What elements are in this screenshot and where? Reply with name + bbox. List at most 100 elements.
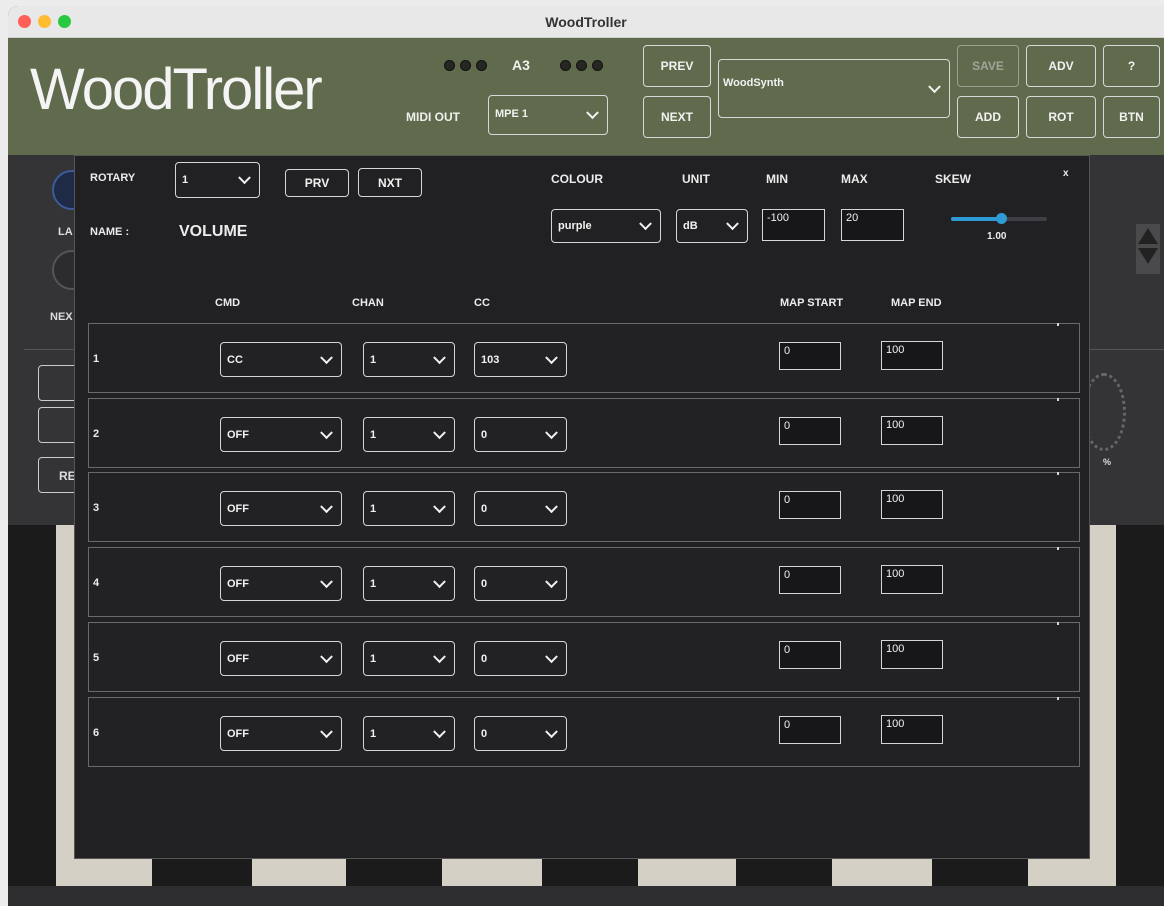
map-start-input[interactable]: 0 [779,417,841,445]
chevron-down-icon [320,425,333,439]
close-dialog-button[interactable]: x [1063,168,1069,179]
chevron-down-icon [545,350,558,364]
cmd-select[interactable]: OFF [220,417,342,452]
map-end-input[interactable]: 100 [881,640,943,669]
row-number: 6 [93,727,100,739]
keyboard-edge [1116,525,1164,887]
cc-select[interactable]: 0 [474,566,567,601]
rotary-mode-button[interactable]: ROT [1026,96,1096,138]
chevron-down-icon [433,425,446,439]
chevron-down-icon [545,574,558,588]
channel-select[interactable]: 1 [363,491,455,526]
cmd-select[interactable]: OFF [220,641,342,676]
cmd-select[interactable]: OFF [220,566,342,601]
colour-select[interactable]: purple [551,209,661,243]
button-mode-button[interactable]: BTN [1103,96,1160,138]
column-header-map-end: MAP END [891,297,942,309]
previous-rotary-button[interactable]: PRV [285,169,349,197]
channel-select[interactable]: 1 [363,641,455,676]
row-marker [1057,622,1059,625]
map-end-input[interactable]: 100 [881,490,943,519]
percent-label: % [1103,457,1112,467]
skew-slider-thumb[interactable] [996,213,1007,224]
channel-select[interactable]: 1 [363,417,455,452]
colour-value: purple [558,220,592,232]
skew-label: SKEW [935,172,971,186]
next-label: NEX [50,311,73,323]
led-indicator [592,60,603,71]
cc-select[interactable]: 0 [474,641,567,676]
column-header-chan: CHAN [352,297,384,309]
cmd-select[interactable]: CC [220,342,342,377]
map-end-input[interactable]: 100 [881,565,943,594]
max-label: MAX [841,172,868,186]
cc-value: 0 [481,727,488,740]
next-preset-button[interactable]: NEXT [643,96,711,138]
channel-select[interactable]: 1 [363,342,455,377]
scroll-arrows[interactable] [1136,224,1160,274]
rotary-name[interactable]: VOLUME [179,223,247,241]
min-input[interactable]: -100 [762,209,825,241]
skew-slider-track[interactable] [951,213,1047,224]
chevron-down-icon [320,350,333,364]
unit-label: UNIT [682,172,710,186]
channel-value: 1 [370,353,377,366]
channel-select[interactable]: 1 [363,716,455,751]
cmd-value: OFF [227,577,249,590]
prev-preset-button[interactable]: PREV [643,45,711,87]
row-number: 4 [93,577,100,589]
map-start-input[interactable]: 0 [779,342,841,370]
next-rotary-button[interactable]: NXT [358,168,422,197]
mapping-row: 5 OFF 1 0 0 100 [88,622,1080,692]
chevron-down-icon [928,79,941,93]
cc-select[interactable]: 0 [474,716,567,751]
map-end-input[interactable]: 100 [881,341,943,370]
layer-label: LA [58,226,73,238]
led-indicator [560,60,571,71]
midi-out-label: MIDI OUT [406,110,460,124]
cmd-select[interactable]: OFF [220,491,342,526]
cc-value: 0 [481,428,488,441]
map-end-input[interactable]: 100 [881,715,943,744]
mapping-row: 2 OFF 1 0 0 100 [88,398,1080,468]
chevron-down-icon [320,649,333,663]
rotary-select[interactable]: 1 [175,162,260,198]
map-start-input[interactable]: 0 [779,641,841,669]
channel-value: 1 [370,428,377,441]
cc-value: 103 [481,353,500,366]
advanced-button[interactable]: ADV [1026,45,1096,87]
chevron-down-icon [320,724,333,738]
cc-select[interactable]: 0 [474,491,567,526]
help-button[interactable]: ? [1103,45,1160,87]
row-number: 1 [93,353,100,365]
cmd-value: OFF [227,428,249,441]
channel-value: 1 [370,652,377,665]
map-start-input[interactable]: 0 [779,566,841,594]
footer-bar [8,886,1164,906]
cmd-value: CC [227,353,243,366]
chevron-down-icon [320,499,333,513]
cmd-value: OFF [227,502,249,515]
chevron-down-icon [238,171,251,185]
column-header-cmd: CMD [215,297,241,309]
mapping-row: 3 OFF 1 0 0 100 [88,472,1080,542]
cc-value: 0 [481,652,488,665]
unit-select[interactable]: dB [676,209,748,243]
add-button[interactable]: ADD [957,96,1019,138]
channel-value: 1 [370,727,377,740]
chevron-down-icon [545,649,558,663]
map-start-input[interactable]: 0 [779,491,841,519]
map-start-input[interactable]: 0 [779,716,841,744]
row-marker [1057,472,1059,475]
cmd-select[interactable]: OFF [220,716,342,751]
channel-select[interactable]: 1 [363,566,455,601]
max-input[interactable]: 20 [841,209,904,241]
preset-select[interactable]: WoodSynth [718,59,950,118]
chevron-down-icon [545,724,558,738]
cc-select[interactable]: 103 [474,342,567,377]
led-indicator [576,60,587,71]
midi-out-select[interactable]: MPE 1 [488,95,608,135]
cc-select[interactable]: 0 [474,417,567,452]
map-end-input[interactable]: 100 [881,416,943,445]
save-button[interactable]: SAVE [957,45,1019,87]
